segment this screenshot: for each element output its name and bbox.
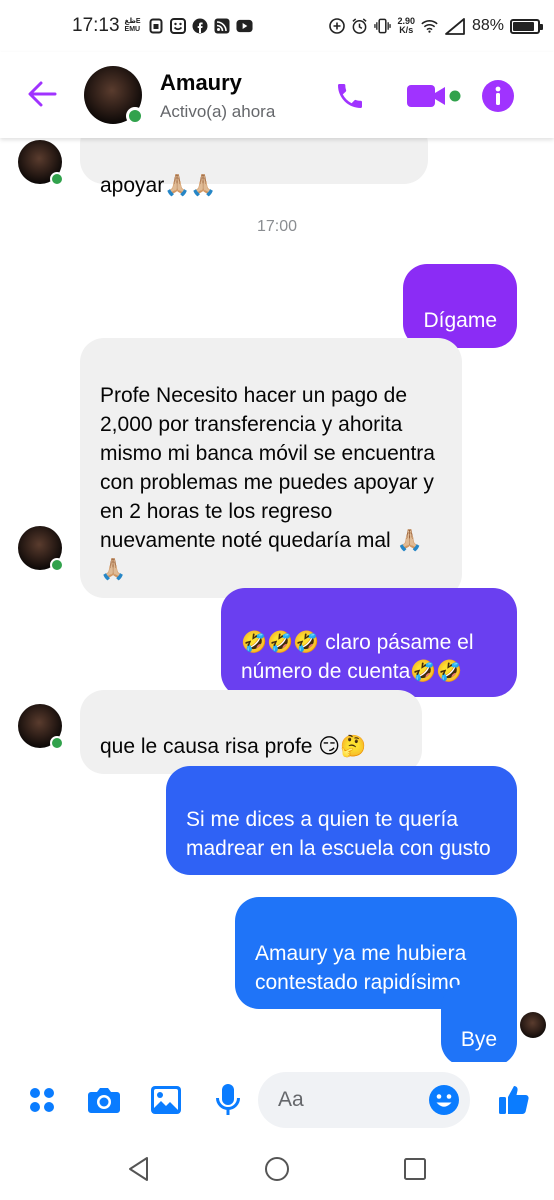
add-circle-icon [328, 18, 345, 35]
smile-app-icon [170, 18, 187, 35]
message-text: Dígame [423, 309, 497, 332]
info-icon [482, 80, 514, 112]
message-outgoing[interactable]: Bye [440, 984, 517, 1062]
contact-avatar[interactable] [84, 66, 144, 125]
alarm-icon [351, 18, 368, 35]
contact-status: Activo(a) ahora [160, 102, 276, 121]
info-button[interactable] [478, 76, 518, 116]
timestamp-divider: 17:00 [256, 218, 298, 235]
message-incoming[interactable]: apoyar🙏🏼🙏🏼 [80, 138, 428, 197]
active-status-dot [50, 172, 64, 186]
nav-recents-button[interactable] [400, 1154, 430, 1184]
vibrate-icon [374, 18, 392, 35]
nav-home-button[interactable] [262, 1154, 292, 1184]
wifi-icon [421, 18, 438, 35]
thumbs-up-icon [499, 1086, 529, 1114]
video-call-button[interactable] [402, 76, 466, 116]
signal-icon [444, 17, 466, 35]
status-bar: 17:13 ظغE EMU 2.90 K/s 88% [0, 0, 554, 52]
battery-icon [510, 18, 543, 34]
emoji-button[interactable] [426, 1082, 462, 1118]
message-incoming[interactable]: Profe Necesito hacer un pago de 2,000 po… [80, 338, 462, 598]
conversation-header: Amaury Activo(a) ahora [0, 52, 554, 138]
message-text: apoyar🙏🏼🙏🏼 [100, 174, 217, 197]
active-status-dot [50, 736, 64, 750]
gallery-button[interactable] [146, 1080, 186, 1120]
message-composer [0, 1062, 554, 1138]
message-outgoing[interactable]: Dígame [403, 264, 517, 348]
message-text: Bye [460, 1028, 497, 1051]
rss-icon [214, 18, 231, 35]
message-incoming[interactable]: que le causa risa profe 😏🤔 [80, 690, 422, 774]
system-nav-bar [0, 1138, 554, 1200]
message-avatar[interactable] [18, 704, 64, 750]
camera-icon [88, 1088, 120, 1113]
active-status-dot [50, 558, 64, 572]
carrier-label: ظغE EMU [124, 18, 141, 33]
back-arrow-icon [28, 81, 57, 107]
message-outgoing[interactable]: 🤣🤣🤣 claro pásame el número de cuenta🤣🤣 [221, 588, 517, 697]
active-status-dot [126, 107, 144, 125]
status-right: 2.90 K/s 88% [328, 17, 543, 35]
nav-home-icon [265, 1157, 289, 1181]
voice-message-button[interactable] [208, 1080, 248, 1120]
battery-fill [513, 21, 535, 31]
message-text: 🤣🤣🤣 claro pásame el número de cuenta🤣🤣 [241, 631, 474, 683]
nav-back-button[interactable] [124, 1154, 154, 1184]
contact-name[interactable]: Amaury [160, 70, 242, 96]
sim-icon [148, 18, 165, 35]
microphone-icon [216, 1084, 240, 1115]
camera-button[interactable] [84, 1080, 124, 1120]
message-avatar[interactable] [18, 140, 64, 186]
nav-recents-icon [404, 1158, 426, 1180]
message-text: que le causa risa profe 😏🤔 [100, 735, 367, 758]
message-outgoing[interactable]: Si me dices a quien te quería madrear en… [166, 766, 517, 875]
back-button[interactable] [24, 78, 60, 110]
more-actions-button[interactable] [22, 1080, 62, 1120]
status-time: 17:13 [72, 15, 120, 36]
battery-percent: 88% [471, 17, 504, 34]
menu-dots-icon [30, 1088, 54, 1112]
video-camera-icon [407, 85, 461, 107]
message-avatar[interactable] [18, 526, 64, 572]
phone-icon [338, 84, 362, 108]
youtube-icon [236, 18, 253, 35]
nav-back-icon [129, 1157, 148, 1181]
network-speed: 2.90 K/s [397, 17, 415, 35]
message-text: Amaury ya me hubiera contestado rapidísi… [255, 942, 467, 994]
message-list[interactable]: apoyar🙏🏼🙏🏼 17:00 Dígame Profe Necesito h… [0, 138, 554, 1062]
message-text: Si me dices a quien te quería madrear en… [186, 808, 491, 860]
status-left: 17:13 ظغE EMU [72, 15, 253, 37]
audio-call-button[interactable] [330, 76, 370, 116]
message-text: Profe Necesito hacer un pago de 2,000 po… [100, 384, 435, 581]
like-button[interactable] [494, 1080, 534, 1120]
seen-indicator-avatar [520, 1012, 546, 1038]
network-speed-unit: K/s [399, 25, 414, 35]
gallery-icon [151, 1086, 181, 1114]
emoji-icon [429, 1085, 459, 1115]
facebook-icon [192, 18, 209, 35]
